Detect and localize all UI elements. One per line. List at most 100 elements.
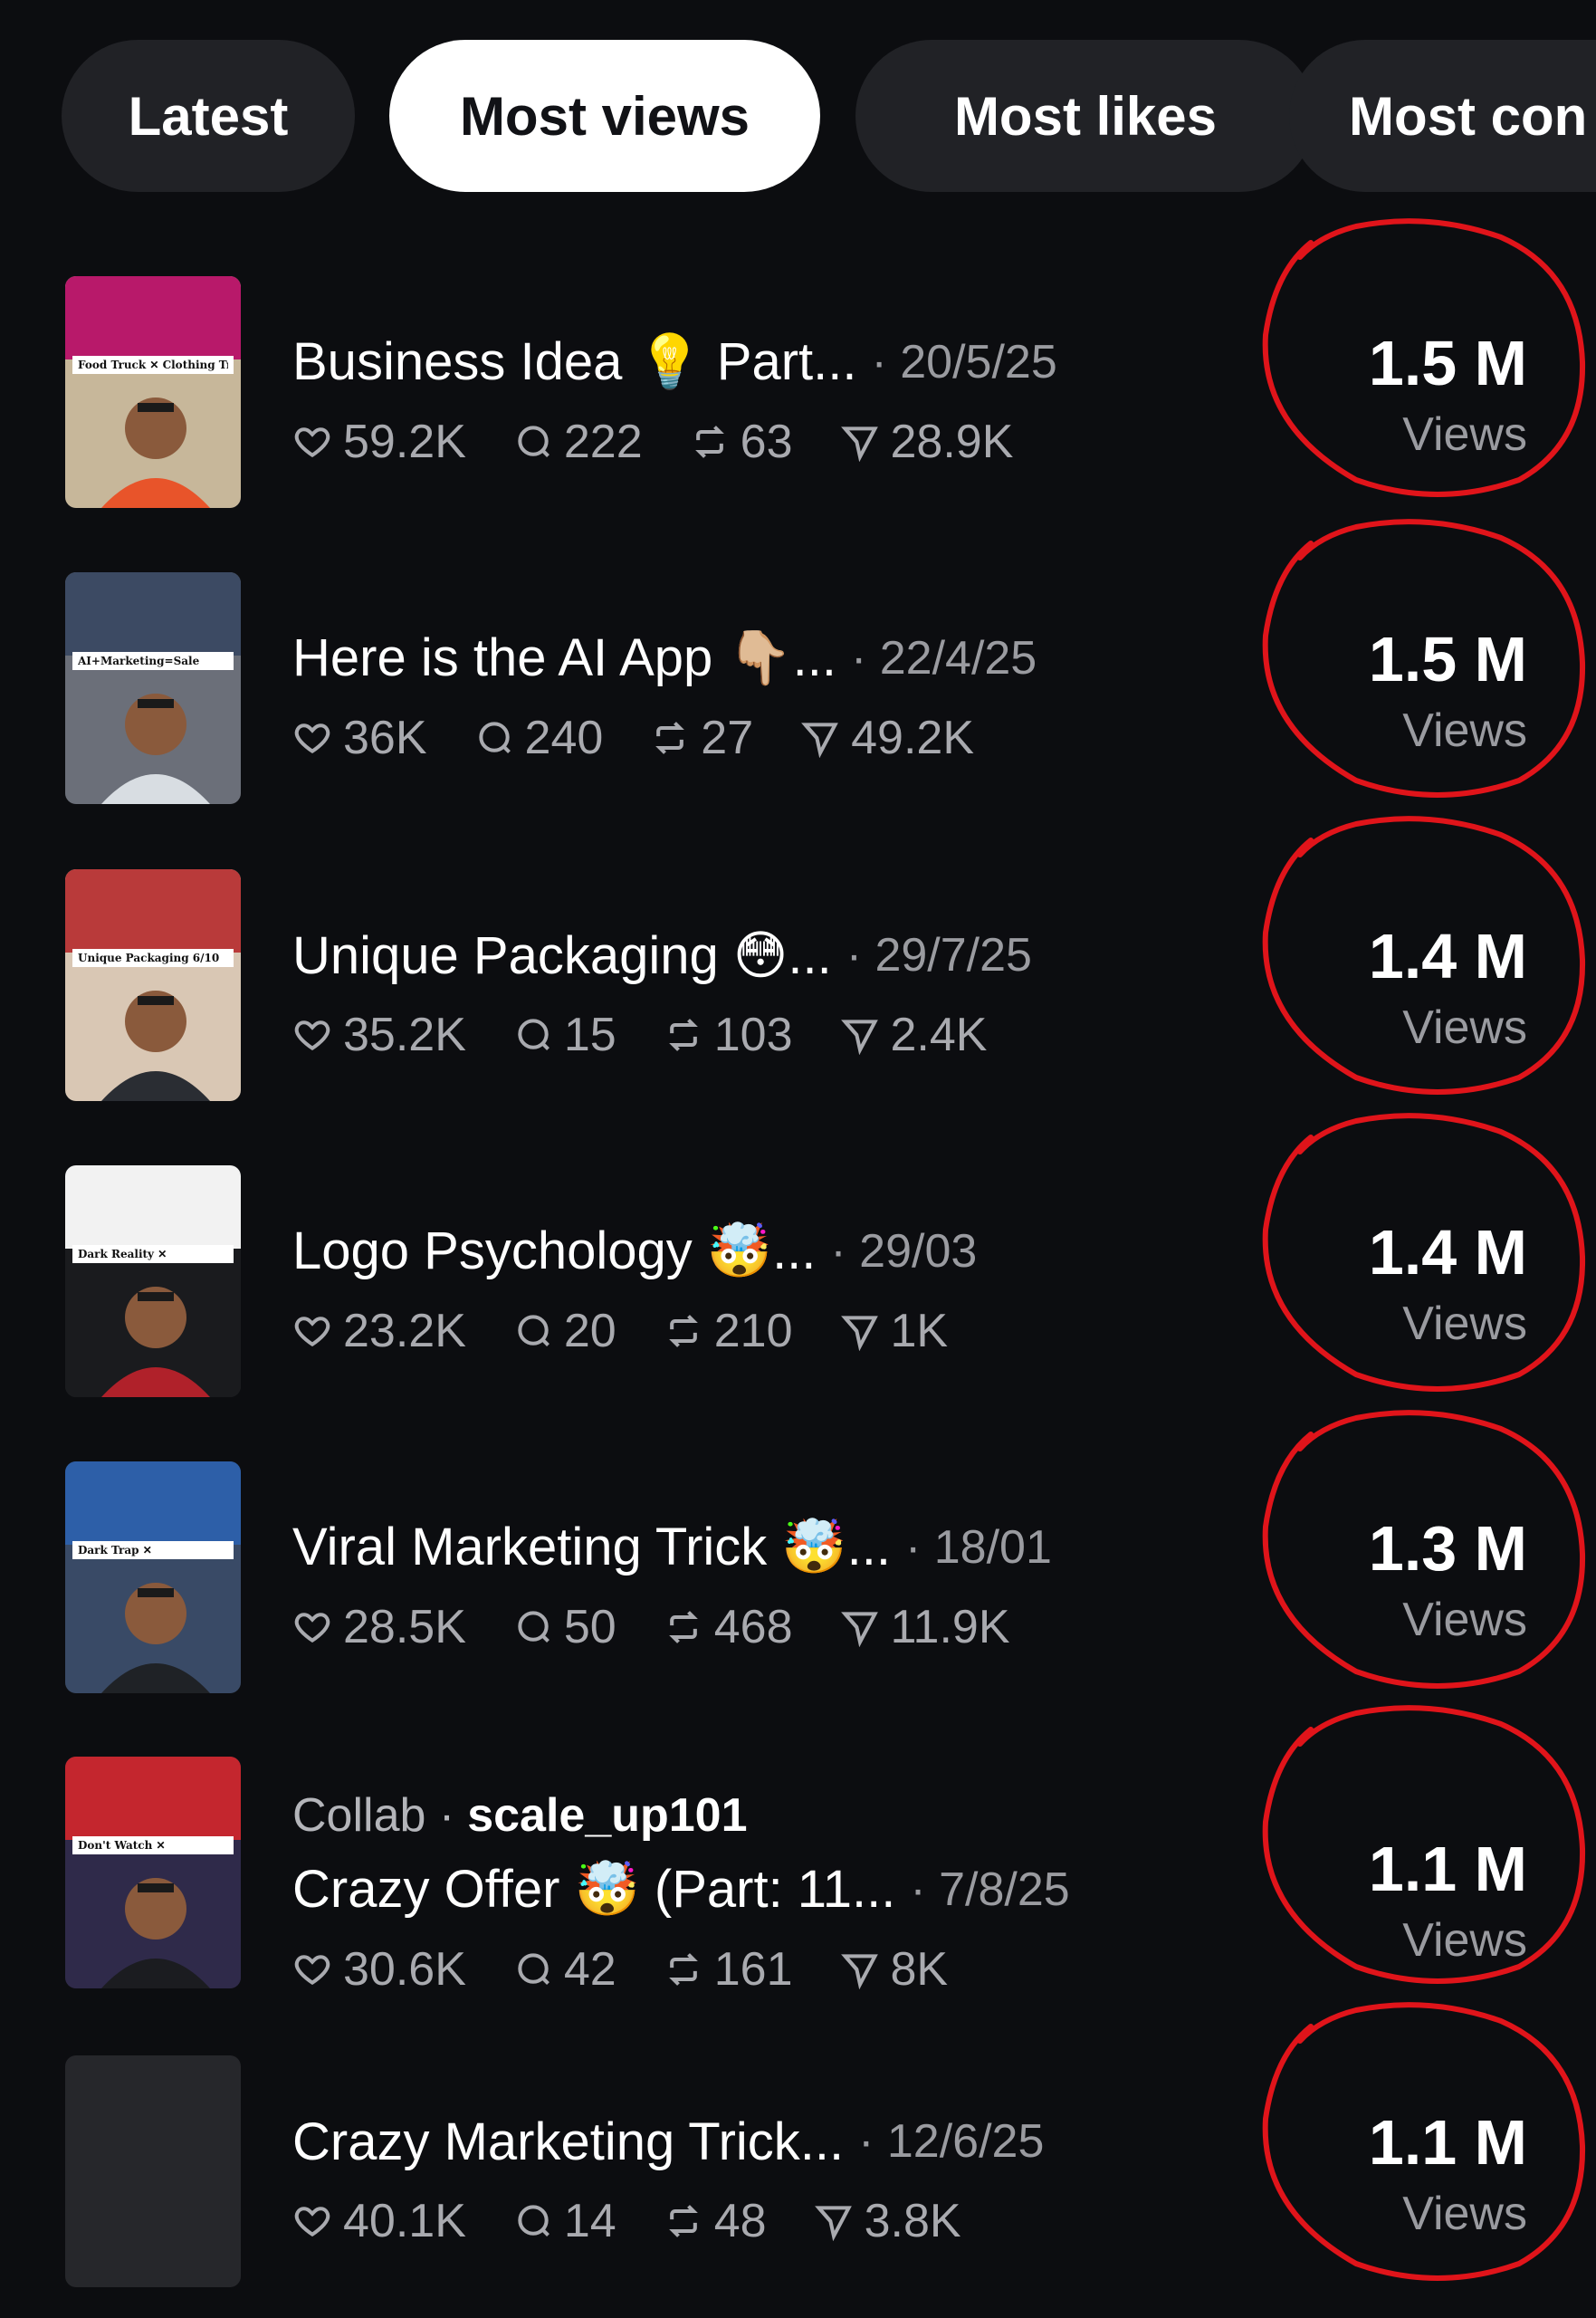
post-title[interactable]: Business Idea 💡 Part...	[292, 331, 857, 393]
post-title[interactable]: Crazy Offer 🤯 (Part: 11...	[292, 1859, 895, 1920]
post-info: Here is the AI App 👇🏼... · 22/4/25 36K 2…	[292, 618, 1198, 777]
share-icon	[840, 422, 891, 462]
post-row[interactable]: Food Truck ✕ Clothing Truck ✅ Business I…	[0, 276, 1596, 512]
views-label: Views	[1402, 408, 1527, 461]
heart-icon	[292, 1015, 343, 1055]
views-count: 1.1 M Views	[1369, 2102, 1527, 2246]
post-title-line: Logo Psychology 🤯... · 29/03	[292, 1211, 1198, 1292]
shares-stat: 8K	[840, 1942, 948, 1997]
post-date: · 12/6/25	[858, 2115, 1045, 2168]
likes-stat: 36K	[292, 711, 427, 765]
reply-bubble-icon	[513, 1949, 564, 1989]
post-date: · 20/5/25	[871, 336, 1057, 388]
post-title[interactable]: Logo Psychology 🤯...	[292, 1221, 816, 1282]
views-count: 1.5 M Views	[1369, 619, 1527, 762]
tab-latest[interactable]: Latest	[62, 40, 355, 192]
post-thumbnail[interactable]: Food Truck ✕ Clothing Truck ✅	[65, 276, 241, 508]
likes-stat: 59.2K	[292, 415, 466, 469]
post-info: Collab · scale_up101 Crazy Offer 🤯 (Part…	[292, 1789, 1198, 2008]
reply-bubble-icon	[513, 422, 564, 462]
post-thumbnail[interactable]: Don't Watch ✕	[65, 1757, 241, 1988]
reposts-stat: 63	[690, 415, 793, 469]
views-label: Views	[1402, 704, 1527, 757]
collab-username[interactable]: scale_up101	[467, 1788, 747, 1843]
shares-stat: 11.9K	[840, 1600, 1010, 1654]
reply-bubble-icon	[474, 718, 525, 758]
post-row[interactable]: AI+Marketing=Sale Here is the AI App 👇🏼.…	[0, 572, 1596, 808]
post-title-line: Crazy Offer 🤯 (Part: 11... · 7/8/25	[292, 1849, 1198, 1930]
likes-stat: 23.2K	[292, 1304, 466, 1358]
views-count: 1.3 M Views	[1369, 1509, 1527, 1652]
repost-icon	[664, 1015, 714, 1055]
views-label: Views	[1402, 1914, 1527, 1967]
post-stats: 59.2K 222 63 28.9K	[292, 403, 1198, 481]
post-info: Logo Psychology 🤯... · 29/03 23.2K 20 21…	[292, 1211, 1198, 1370]
post-thumbnail[interactable]	[65, 2055, 241, 2287]
heart-icon	[292, 1607, 343, 1647]
tab-most-views[interactable]: Most views	[389, 40, 820, 192]
reply-bubble-icon	[513, 1015, 564, 1055]
likes-stat: 28.5K	[292, 1600, 466, 1654]
post-stats: 35.2K 15 103 2.4K	[292, 996, 1198, 1074]
post-title[interactable]: Viral Marketing Trick 🤯...	[292, 1517, 891, 1578]
post-stats: 40.1K 14 48 3.8K	[292, 2182, 1198, 2260]
post-thumbnail[interactable]: Unique Packaging 6/10	[65, 869, 241, 1101]
post-row[interactable]: Crazy Marketing Trick... · 12/6/25 40.1K…	[0, 2055, 1596, 2291]
repost-icon	[664, 1607, 714, 1647]
post-thumbnail[interactable]: Dark Trap ✕	[65, 1461, 241, 1693]
reposts-stat: 161	[664, 1942, 793, 1997]
post-thumbnail[interactable]: AI+Marketing=Sale	[65, 572, 241, 804]
post-row[interactable]: Don't Watch ✕ Collab · scale_up101 Crazy…	[0, 1757, 1596, 1996]
replies-stat: 14	[513, 2194, 616, 2248]
reposts-stat: 468	[664, 1600, 793, 1654]
views-label: Views	[1402, 1594, 1527, 1646]
post-date: · 7/8/25	[910, 1863, 1070, 1916]
post-row[interactable]: Dark Reality ✕ Logo Psychology 🤯... · 29…	[0, 1165, 1596, 1401]
replies-stat: 15	[513, 1008, 616, 1062]
thumbnail-caption: Dark Trap ✕	[78, 1544, 152, 1557]
post-info: Unique Packaging 😳... · 29/7/25 35.2K 15…	[292, 915, 1198, 1074]
post-date: · 29/03	[830, 1225, 978, 1278]
likes-stat: 40.1K	[292, 2194, 466, 2248]
collab-label: Collab · scale_up101	[292, 1788, 748, 1843]
post-stats: 28.5K 50 468 11.9K	[292, 1588, 1198, 1666]
post-title[interactable]: Crazy Marketing Trick...	[292, 2112, 844, 2172]
post-title-line: Unique Packaging 😳... · 29/7/25	[292, 915, 1198, 996]
heart-icon	[292, 2201, 343, 2241]
views-number: 1.3 M	[1368, 1513, 1527, 1584]
repost-icon	[664, 1949, 714, 1989]
thumbnail-caption: AI+Marketing=Sale	[78, 655, 200, 667]
post-date: · 18/01	[904, 1521, 1052, 1574]
likes-stat: 35.2K	[292, 1008, 466, 1062]
views-number: 1.4 M	[1368, 921, 1527, 991]
repost-icon	[664, 2201, 714, 2241]
views-label: Views	[1402, 1298, 1527, 1350]
post-thumbnail[interactable]: Dark Reality ✕	[65, 1165, 241, 1397]
repost-icon	[664, 1311, 714, 1351]
share-icon	[814, 2201, 865, 2241]
views-number: 1.1 M	[1368, 2107, 1527, 2178]
shares-stat: 3.8K	[814, 2194, 961, 2248]
post-row[interactable]: Dark Trap ✕ Viral Marketing Trick 🤯... ·…	[0, 1461, 1596, 1697]
views-number: 1.5 M	[1368, 624, 1527, 694]
likes-stat: 30.6K	[292, 1942, 466, 1997]
replies-stat: 20	[513, 1304, 616, 1358]
post-info: Business Idea 💡 Part... · 20/5/25 59.2K …	[292, 321, 1198, 481]
replies-stat: 240	[474, 711, 603, 765]
post-title[interactable]: Here is the AI App 👇🏼...	[292, 627, 836, 689]
post-date: · 22/4/25	[850, 632, 1037, 685]
tab-most-likes[interactable]: Most likes	[855, 40, 1315, 192]
post-title-line: Business Idea 💡 Part... · 20/5/25	[292, 321, 1198, 403]
shares-stat: 2.4K	[840, 1008, 987, 1062]
reply-bubble-icon	[513, 2201, 564, 2241]
tab-most-comments[interactable]: Most con	[1289, 40, 1596, 192]
reposts-stat: 48	[664, 2194, 767, 2248]
thumbnail-caption: Dark Reality ✕	[78, 1248, 167, 1260]
reposts-stat: 27	[650, 711, 753, 765]
views-number: 1.5 M	[1368, 328, 1527, 398]
post-row[interactable]: Unique Packaging 6/10 Unique Packaging 😳…	[0, 869, 1596, 1105]
post-title[interactable]: Unique Packaging 😳...	[292, 924, 832, 986]
views-label: Views	[1402, 2188, 1527, 2240]
shares-stat: 28.9K	[840, 415, 1013, 469]
post-stats: 36K 240 27 49.2K	[292, 699, 1198, 777]
